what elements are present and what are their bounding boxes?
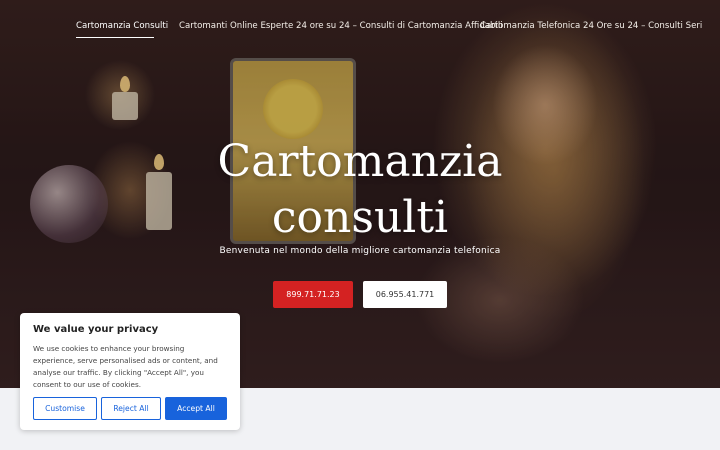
cookie-banner-text: We use cookies to enhance your browsing … bbox=[33, 344, 218, 389]
nav-item-cartomanti-online[interactable]: Cartomanti Online Esperte 24 ore su 24 –… bbox=[179, 21, 503, 31]
accept-all-button[interactable]: Accept All bbox=[165, 397, 227, 420]
hero-title: Cartomanzia consulti bbox=[160, 134, 560, 246]
call-06-button[interactable]: 06.955.41.771 bbox=[363, 281, 447, 308]
reject-all-button[interactable]: Reject All bbox=[101, 397, 161, 420]
hero-subtitle: Benvenuta nel mondo della migliore carto… bbox=[219, 246, 501, 256]
cookie-consent-banner: We value your privacy We use cookies to … bbox=[20, 313, 240, 430]
customise-button[interactable]: Customise bbox=[33, 397, 97, 420]
nav-item-cartomanzia-consulti[interactable]: Cartomanzia Consulti bbox=[76, 21, 168, 31]
main-navigation: Cartomanzia Consulti Cartomanti Online E… bbox=[0, 0, 720, 52]
cookie-banner-title: We value your privacy bbox=[33, 324, 159, 335]
nav-item-cartomanzia-telefonica[interactable]: Cartomanzia Telefonica 24 Ore su 24 – Co… bbox=[480, 21, 702, 31]
cookie-banner-actions: Customise Reject All Accept All bbox=[33, 397, 227, 420]
hero-title-line2: consulti bbox=[271, 192, 449, 243]
nav-active-indicator bbox=[76, 37, 154, 38]
hero-title-line1: Cartomanzia bbox=[217, 136, 503, 187]
call-899-button[interactable]: 899.71.71.23 bbox=[273, 281, 353, 308]
